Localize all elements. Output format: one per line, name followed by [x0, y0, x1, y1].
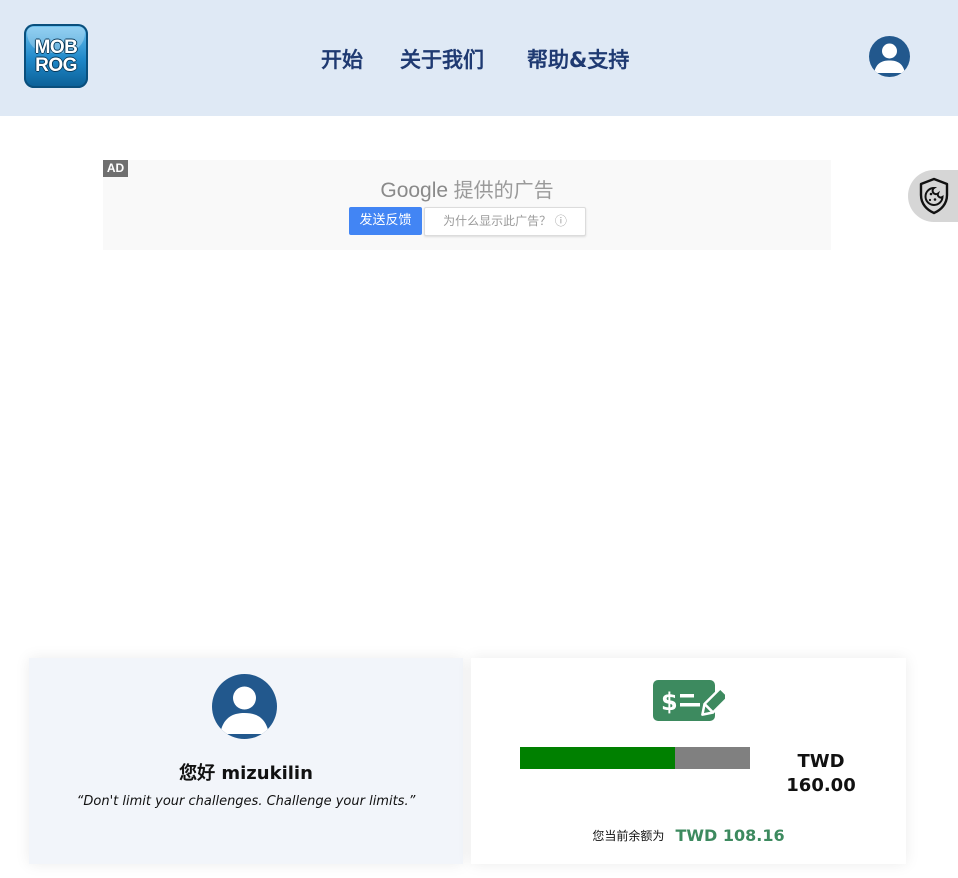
cookie-settings-button[interactable]: [908, 170, 958, 222]
why-this-ad-button[interactable]: 为什么显示此广告？ ⓘ: [424, 207, 586, 236]
main-nav: 开始 关于我们 帮助&支持: [0, 44, 958, 74]
svg-text:$: $: [661, 688, 678, 716]
user-avatar-icon[interactable]: [869, 36, 910, 77]
limit-amount: TWD 160.00: [771, 750, 871, 798]
send-feedback-button[interactable]: 发送反馈: [349, 207, 422, 235]
profile-avatar-icon: [212, 674, 277, 739]
ad-badge: AD: [103, 160, 128, 177]
limit-currency: TWD: [797, 751, 845, 772]
nav-start-link[interactable]: 开始: [321, 44, 363, 74]
balance-value: TWD 108.16: [675, 826, 785, 845]
balance-label: 您当前余额为: [592, 829, 665, 843]
wallet-card: $ TWD 160.00 您当前余额为 TWD 108.16: [471, 658, 906, 864]
site-header: MOB ROG 开始 关于我们 帮助&支持: [0, 0, 958, 116]
ad-placeholder: Google 提供的广告 发送反馈 为什么显示此广告？ ⓘ: [103, 160, 831, 250]
money-check-edit-icon: $: [653, 680, 725, 721]
spending-progress-bar: [520, 747, 750, 769]
balance-row: 您当前余额为 TWD 108.16: [471, 825, 906, 845]
limit-value: 160.00: [786, 775, 856, 796]
greeting-text: 您好 mizukilin: [179, 763, 313, 784]
ad-title: Google 提供的广告: [103, 174, 831, 203]
nav-help-link[interactable]: 帮助&支持: [527, 44, 629, 74]
profile-card: 您好 mizukilin “Don't limit your challenge…: [29, 658, 463, 864]
ad-title-suffix: 提供的广告: [448, 180, 554, 202]
spending-progress-fill: [520, 747, 676, 769]
motto-quote: “Don't limit your challenges. Challenge …: [76, 794, 416, 809]
cookie-shield-icon: [919, 177, 949, 215]
nav-about-link[interactable]: 关于我们: [400, 44, 484, 74]
ad-brand: Google: [380, 179, 449, 202]
